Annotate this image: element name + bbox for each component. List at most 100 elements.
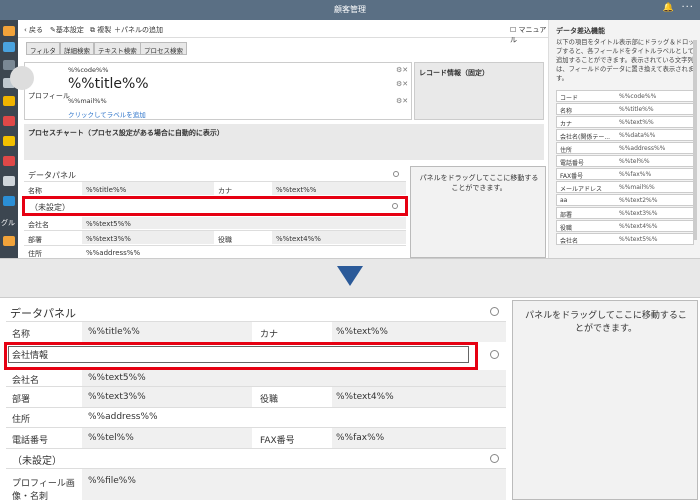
drop-hint: パネルをドラッグしてここに移動することができます。	[525, 311, 687, 334]
field-chip[interactable]: 名称 %%title%%	[556, 103, 694, 115]
category-gear-icon[interactable]	[490, 350, 499, 359]
divider	[6, 407, 506, 408]
add-panel-button[interactable]: ＋パネルの追加	[114, 25, 163, 35]
basic-settings-button[interactable]: ✎基本設定	[50, 25, 84, 35]
mail-label-actions-icon[interactable]: ⚙✕	[396, 97, 408, 105]
mail-label[interactable]: %%mail%%	[68, 97, 107, 105]
title-label[interactable]: %%title%%	[68, 76, 149, 92]
folder-icon[interactable]	[3, 136, 15, 146]
panel-drop-zone[interactable]: パネルをドラッグしてここに移動することができます。	[512, 300, 698, 500]
back-button[interactable]: ‹ 戻る	[24, 25, 43, 35]
record-info-panel: レコード情報（固定）	[414, 62, 544, 120]
divider	[6, 448, 506, 449]
tel-label: 電話番号	[12, 436, 49, 446]
kana-label: カナ	[218, 187, 232, 195]
add-label-link[interactable]: クリックしてラベルを追加	[68, 109, 146, 119]
home-icon[interactable]	[3, 26, 15, 36]
sidebar-group-label[interactable]: グル	[1, 218, 15, 228]
message-icon[interactable]	[3, 196, 15, 206]
unset-category-label[interactable]: （未設定）	[30, 202, 70, 213]
field-chip[interactable]: 役職 %%text4%%	[556, 220, 694, 232]
company-value: %%text5%%	[88, 373, 146, 383]
more-menu-icon[interactable]: ···	[681, 2, 694, 13]
category-gear-icon[interactable]	[392, 203, 398, 209]
code-label-actions-icon[interactable]: ⚙✕	[396, 66, 408, 74]
dept-label: 部署	[12, 395, 31, 405]
kana-value: %%text%%	[336, 327, 388, 337]
role-value: %%text4%%	[336, 392, 394, 402]
process-search-button[interactable]: プロセス検索	[140, 42, 187, 55]
app-icon[interactable]	[3, 236, 15, 246]
kana-value: %%text%%	[276, 186, 317, 194]
big-panel-gear-icon[interactable]	[490, 307, 499, 316]
manual-link[interactable]: ☐ マニュアル	[510, 25, 548, 45]
field-chip[interactable]: aa %%text2%%	[556, 194, 694, 206]
company-value: %%text5%%	[86, 220, 131, 228]
field-chip[interactable]: メールアドレス %%mail%%	[556, 181, 694, 193]
chat-icon[interactable]	[3, 42, 15, 52]
address-value: %%address%%	[88, 412, 158, 422]
drop-hint: パネルをドラッグしてここに移動することができます。	[419, 174, 539, 192]
field-chip[interactable]: カナ %%text%%	[556, 116, 694, 128]
toolbar: ‹ 戻る ✎基本設定 ⧉ 複製 ＋パネルの追加 ☐ マニュアル	[18, 20, 548, 44]
role-value: %%text4%%	[276, 235, 321, 243]
field-chip[interactable]: 会社名 %%text5%%	[556, 233, 694, 245]
window-title: 顧客管理	[334, 5, 366, 14]
advanced-search-button[interactable]: 詳細検索	[60, 42, 94, 55]
unset-category-label[interactable]: （未設定）	[12, 452, 62, 467]
big-panel-title: データパネル	[10, 307, 76, 320]
copy-button[interactable]: ⧉ 複製	[90, 25, 111, 35]
down-arrow-icon	[337, 266, 363, 286]
field-chip[interactable]: FAX番号 %%fax%%	[556, 168, 694, 180]
fax-value: %%fax%%	[336, 433, 385, 443]
field-chip[interactable]: コード %%code%%	[556, 90, 694, 102]
field-chip[interactable]: 部署 %%text3%%	[556, 207, 694, 219]
role-label: 役職	[218, 236, 232, 244]
address-label: 住所	[12, 415, 31, 425]
avatar[interactable]	[10, 66, 34, 90]
dept-value: %%text3%%	[86, 235, 131, 243]
text-search-button[interactable]: テキスト検索	[94, 42, 141, 55]
kana-label: カナ	[260, 330, 279, 340]
company-label: 会社名	[12, 376, 40, 386]
value-cell	[82, 469, 506, 500]
app-sidebar: グル	[0, 20, 18, 258]
briefcase-icon[interactable]	[3, 96, 15, 106]
filter-button[interactable]: フィルタ	[26, 42, 60, 55]
process-chart-panel: プロセスチャート（プロセス設定がある場合に自動的に表示）	[24, 124, 544, 160]
code-label[interactable]: %%code%%	[68, 66, 108, 74]
tel-value: %%tel%%	[88, 433, 134, 443]
mail-icon[interactable]	[3, 116, 15, 126]
dept-label: 部署	[28, 236, 42, 244]
field-chip[interactable]: 会社名(関係テー... %%data%%	[556, 129, 694, 141]
phone-icon[interactable]	[3, 176, 15, 186]
highlight-box	[22, 196, 408, 216]
title-bar: 顧客管理 🔔 ···	[0, 0, 700, 20]
fax-label: FAX番号	[260, 436, 295, 446]
process-chart-title: プロセスチャート（プロセス設定がある場合に自動的に表示）	[28, 129, 224, 137]
file-value: %%file%%	[88, 476, 136, 486]
help-scrollbar[interactable]	[693, 40, 697, 240]
field-chip[interactable]: 住所 %%address%%	[556, 142, 694, 154]
title-label-actions-icon[interactable]: ⚙✕	[396, 80, 408, 88]
small-panel-title: データパネル	[28, 171, 76, 180]
panel-drop-zone-small[interactable]: パネルをドラッグしてここに移動することができます。	[410, 166, 546, 258]
small-panel-gear-icon[interactable]	[393, 171, 399, 177]
alert-icon[interactable]	[3, 156, 15, 166]
dept-value: %%text3%%	[88, 392, 146, 402]
name-label: 名称	[12, 330, 31, 340]
help-title: データ差込機能	[556, 27, 605, 35]
record-info-title: レコード情報（固定）	[419, 69, 489, 77]
avatar-label: プロフィール	[28, 92, 70, 100]
bell-icon[interactable]: 🔔	[663, 3, 674, 13]
category-name-input[interactable]	[8, 346, 469, 363]
unset-category-gear-icon[interactable]	[490, 454, 499, 463]
file-label-line2: 像・名刺	[12, 492, 49, 502]
divider	[24, 245, 406, 246]
field-chip[interactable]: 電話番号 %%tel%%	[556, 155, 694, 167]
name-label: 名称	[28, 187, 42, 195]
company-label: 会社名	[28, 221, 49, 229]
name-value: %%title%%	[88, 327, 140, 337]
name-value: %%title%%	[86, 186, 127, 194]
file-label-line1: プロフィール画	[12, 479, 75, 489]
